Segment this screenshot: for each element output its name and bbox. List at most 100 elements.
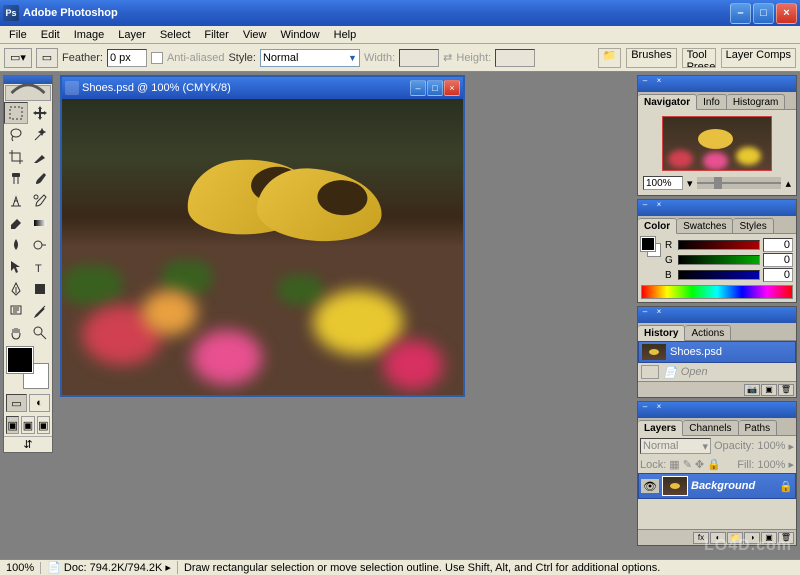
g-slider[interactable] — [678, 255, 760, 265]
doc-minimize-button[interactable]: – — [410, 80, 426, 96]
eraser-tool[interactable] — [4, 212, 28, 234]
navigator-thumbnail[interactable] — [662, 116, 772, 171]
panel-minimize-icon[interactable]: – — [638, 200, 652, 216]
screen-full-button[interactable]: ▣ — [37, 416, 50, 434]
canvas[interactable] — [62, 99, 463, 395]
svg-text:T: T — [35, 263, 42, 275]
jump-to-imageready-button[interactable]: ⇵ — [4, 436, 52, 452]
minimize-button[interactable]: – — [730, 3, 751, 24]
tab-navigator[interactable]: Navigator — [638, 94, 697, 110]
doc-maximize-button[interactable]: □ — [427, 80, 443, 96]
g-input[interactable] — [763, 253, 793, 267]
tab-histogram[interactable]: Histogram — [727, 94, 786, 109]
layer-visibility-icon[interactable]: 👁 — [641, 479, 659, 493]
slice-tool[interactable] — [28, 146, 52, 168]
color-panel-swatches[interactable] — [641, 237, 661, 257]
layer-background[interactable]: 👁 Background 🔒 — [638, 473, 796, 499]
style-select[interactable]: Normal▼ — [260, 49, 360, 67]
r-input[interactable] — [763, 238, 793, 252]
zoom-tool[interactable] — [28, 322, 52, 344]
menu-image[interactable]: Image — [67, 27, 112, 43]
history-brush-tool[interactable] — [28, 190, 52, 212]
tab-swatches[interactable]: Swatches — [677, 218, 733, 233]
panel-close-icon[interactable]: × — [652, 76, 666, 92]
menu-layer[interactable]: Layer — [111, 27, 153, 43]
r-slider[interactable] — [678, 240, 760, 250]
tab-color[interactable]: Color — [638, 218, 677, 234]
well-tool-presets[interactable]: Tool Presets — [682, 48, 716, 68]
zoom-in-icon[interactable]: ▴ — [785, 177, 791, 190]
tab-info[interactable]: Info — [697, 94, 727, 109]
screen-full-menubar-button[interactable]: ▣ — [21, 416, 34, 434]
magic-wand-tool[interactable] — [28, 124, 52, 146]
eyedropper-tool[interactable] — [28, 300, 52, 322]
menu-help[interactable]: Help — [327, 27, 364, 43]
brush-tool[interactable] — [28, 168, 52, 190]
history-state-open[interactable]: 📄 Open — [638, 363, 796, 381]
tab-channels[interactable]: Channels — [683, 420, 738, 435]
clone-stamp-tool[interactable] — [4, 190, 28, 212]
type-tool[interactable]: T — [28, 256, 52, 278]
zoom-out-icon[interactable]: ▾ — [687, 177, 693, 190]
history-snapshot[interactable]: Shoes.psd — [638, 341, 796, 363]
history-brush-source-icon[interactable] — [641, 365, 659, 379]
menu-filter[interactable]: Filter — [197, 27, 235, 43]
dodge-tool[interactable] — [28, 234, 52, 256]
zoom-slider[interactable] — [697, 177, 782, 189]
screen-standard-button[interactable]: ▣ — [6, 416, 19, 434]
hand-tool[interactable] — [4, 322, 28, 344]
panel-minimize-icon[interactable]: – — [638, 76, 652, 92]
r-label: R — [665, 240, 675, 251]
lasso-tool[interactable] — [4, 124, 28, 146]
tab-history[interactable]: History — [638, 325, 685, 341]
well-layer-comps[interactable]: Layer Comps — [721, 48, 796, 68]
panel-close-icon[interactable]: × — [652, 200, 666, 216]
panel-close-icon[interactable]: × — [652, 402, 666, 418]
status-zoom[interactable]: 100% — [0, 562, 41, 574]
panel-minimize-icon[interactable]: – — [638, 402, 652, 418]
menu-view[interactable]: View — [236, 27, 274, 43]
feather-input[interactable] — [107, 49, 147, 67]
doc-close-button[interactable]: × — [444, 80, 460, 96]
color-spectrum[interactable] — [641, 285, 793, 299]
marquee-tool[interactable] — [4, 102, 28, 124]
menu-window[interactable]: Window — [274, 27, 327, 43]
delete-state-button[interactable]: 🗑 — [778, 384, 794, 396]
palette-well-toggle[interactable]: 📁 — [598, 48, 622, 68]
status-doc-info[interactable]: 📄 Doc: 794.2K/794.2K ▸ — [41, 561, 178, 574]
menu-file[interactable]: File — [2, 27, 34, 43]
tab-styles[interactable]: Styles — [733, 218, 773, 233]
path-selection-tool[interactable] — [4, 256, 28, 278]
tab-paths[interactable]: Paths — [739, 420, 778, 435]
tab-actions[interactable]: Actions — [685, 325, 731, 340]
shape-tool[interactable] — [28, 278, 52, 300]
menu-select[interactable]: Select — [153, 27, 198, 43]
new-document-button[interactable]: ▣ — [761, 384, 777, 396]
tab-layers[interactable]: Layers — [638, 420, 683, 436]
healing-brush-tool[interactable] — [4, 168, 28, 190]
b-input[interactable] — [763, 268, 793, 282]
standard-mode-button[interactable]: ▭ — [6, 394, 27, 412]
maximize-button[interactable]: □ — [753, 3, 774, 24]
menu-edit[interactable]: Edit — [34, 27, 67, 43]
document-titlebar[interactable]: Shoes.psd @ 100% (CMYK/8) – □ × — [62, 77, 463, 99]
quickmask-mode-button[interactable]: ◐ — [29, 394, 50, 412]
b-slider[interactable] — [678, 270, 760, 280]
pen-tool[interactable] — [4, 278, 28, 300]
tool-preset-picker[interactable]: ▭▾ — [4, 48, 32, 68]
move-tool[interactable] — [28, 102, 52, 124]
close-button[interactable]: × — [776, 3, 797, 24]
new-snapshot-button[interactable]: 📷 — [744, 384, 760, 396]
blur-tool[interactable] — [4, 234, 28, 256]
notes-tool[interactable] — [4, 300, 28, 322]
layer-thumbnail[interactable] — [662, 476, 688, 496]
well-brushes[interactable]: Brushes — [626, 48, 676, 68]
navigator-zoom-input[interactable] — [643, 176, 683, 190]
panel-minimize-icon[interactable]: – — [638, 307, 652, 323]
gradient-tool[interactable] — [28, 212, 52, 234]
crop-tool[interactable] — [4, 146, 28, 168]
adobe-online-icon[interactable] — [5, 85, 51, 101]
foreground-color-swatch[interactable] — [7, 347, 33, 373]
selection-mode-new[interactable]: ▭ — [36, 48, 58, 68]
panel-close-icon[interactable]: × — [652, 307, 666, 323]
